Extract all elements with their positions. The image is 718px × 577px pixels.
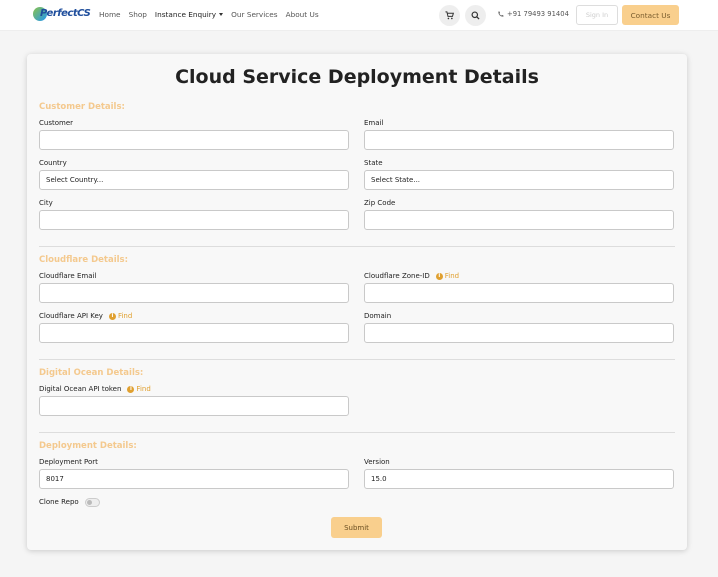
navbar: PerfectCS Home Shop Instance Enquiry Our… — [0, 0, 718, 31]
state-select[interactable]: Select State... — [364, 170, 674, 190]
domain-input[interactable] — [364, 323, 674, 343]
nav-shop[interactable]: Shop — [129, 10, 147, 19]
cloudflare-email-label: Cloudflare Email — [39, 272, 97, 280]
info-icon: i — [127, 385, 135, 393]
phone-contact[interactable]: +91 79493 91404 — [497, 10, 569, 18]
deployment-section-title: Deployment Details: — [39, 441, 137, 451]
cloudflare-api-key-input[interactable] — [39, 323, 349, 343]
cloudflare-email-input[interactable] — [39, 283, 349, 303]
version-input[interactable]: 15.0 — [364, 469, 674, 489]
cloudflare-api-key-label: Cloudflare API Key i Find — [39, 312, 132, 320]
section-divider — [39, 359, 675, 360]
customer-section-title: Customer Details: — [39, 102, 125, 112]
cloudflare-zone-input[interactable] — [364, 283, 674, 303]
section-divider — [39, 432, 675, 433]
toggle-knob — [87, 500, 92, 505]
country-select[interactable]: Select Country... — [39, 170, 349, 190]
nav-instance-enquiry-label: Instance Enquiry — [154, 10, 217, 19]
nav-home[interactable]: Home — [99, 10, 121, 19]
nav-about-us[interactable]: About Us — [286, 10, 319, 19]
state-label: State — [364, 159, 383, 167]
zone-find-text: Find — [444, 272, 460, 280]
sign-in-button[interactable]: Sign In — [576, 5, 618, 25]
cart-button[interactable] — [439, 5, 460, 26]
cart-icon — [445, 11, 454, 20]
zip-code-label: Zip Code — [364, 199, 396, 207]
country-label: Country — [39, 159, 67, 167]
caret-down-icon — [219, 13, 224, 16]
clone-repo-toggle[interactable] — [85, 498, 100, 507]
email-field[interactable] — [364, 130, 674, 150]
phone-icon — [498, 11, 504, 17]
deployment-port-value: 8017 — [46, 475, 64, 483]
digital-ocean-token-input[interactable] — [39, 396, 349, 416]
country-select-value: Select Country... — [46, 176, 104, 184]
cloudflare-section-title: Cloudflare Details: — [39, 255, 128, 265]
version-label: Version — [364, 458, 390, 466]
zone-find-link[interactable]: i Find — [435, 272, 460, 280]
deployment-port-label: Deployment Port — [39, 458, 98, 466]
info-icon: i — [435, 272, 443, 280]
submit-button[interactable]: Submit — [331, 517, 382, 538]
cloudflare-zone-label: Cloudflare Zone-ID i Find — [364, 272, 459, 280]
domain-label: Domain — [364, 312, 392, 320]
token-find-link[interactable]: i Find — [127, 385, 151, 393]
phone-number: +91 79493 91404 — [507, 10, 569, 18]
section-divider — [39, 246, 675, 247]
state-select-value: Select State... — [371, 176, 421, 184]
city-input[interactable] — [39, 210, 349, 230]
version-value: 15.0 — [371, 475, 387, 483]
cloudflare-api-key-label-text: Cloudflare API Key — [39, 312, 103, 320]
api-key-find-text: Find — [117, 312, 133, 320]
contact-us-button[interactable]: Contact Us — [622, 5, 679, 25]
deployment-port-input[interactable]: 8017 — [39, 469, 349, 489]
nav-our-services[interactable]: Our Services — [231, 10, 277, 19]
search-icon — [471, 11, 480, 20]
nav-instance-enquiry[interactable]: Instance Enquiry — [154, 10, 224, 19]
logo[interactable]: PerfectCS — [33, 5, 91, 25]
digital-ocean-token-label-text: Digital Ocean API token — [39, 385, 122, 393]
cloudflare-zone-label-text: Cloudflare Zone-ID — [364, 272, 430, 280]
zip-code-input[interactable] — [364, 210, 674, 230]
customer-input[interactable] — [39, 130, 349, 150]
page-title: Cloud Service Deployment Details — [175, 66, 539, 88]
info-icon: i — [108, 312, 116, 320]
digital-ocean-token-label: Digital Ocean API token i Find — [39, 385, 151, 393]
token-find-text: Find — [136, 385, 151, 393]
clone-repo-label: Clone Repo — [39, 498, 79, 506]
customer-label: Customer — [39, 119, 74, 127]
logo-text: PerfectCS — [40, 8, 91, 19]
api-key-find-link[interactable]: i Find — [108, 312, 133, 320]
digital-ocean-section-title: Digital Ocean Details: — [39, 368, 144, 378]
email-label: Email — [364, 119, 384, 127]
search-button[interactable] — [465, 5, 486, 26]
city-label: City — [39, 199, 53, 207]
nav-links: Home Shop Instance Enquiry Our Services … — [99, 10, 319, 19]
